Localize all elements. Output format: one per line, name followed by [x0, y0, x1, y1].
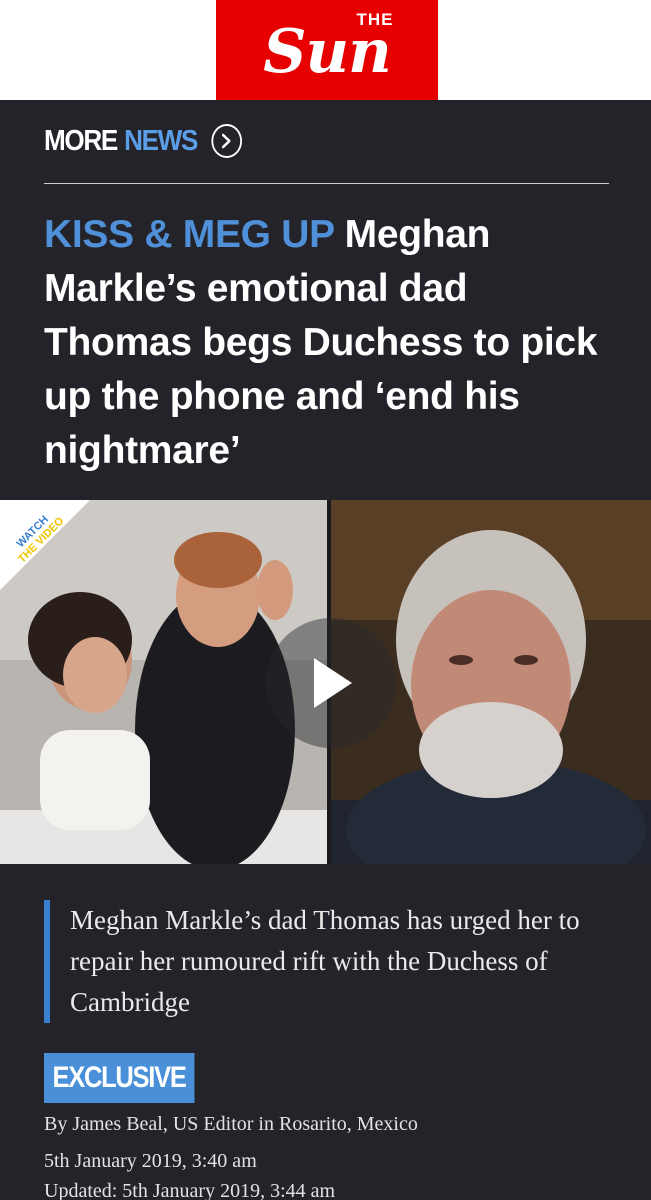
article-headline: KISS & MEG UP Meghan Markle’s emotional … [44, 208, 624, 478]
more-news-label-more: MORE [44, 124, 118, 157]
article-standfirst: Meghan Markle’s dad Thomas has urged her… [44, 900, 604, 1023]
section-divider [44, 183, 609, 184]
headline-kicker: KISS & MEG UP [44, 213, 335, 256]
site-header: THE Sun [0, 0, 651, 100]
more-news-link[interactable]: MORE NEWS [44, 122, 242, 160]
logo-sun-text: Sun [263, 17, 392, 87]
chevron-right-circle-icon[interactable] [211, 124, 242, 158]
article-updated-date: Updated: 5th January 2019, 3:44 am [44, 1180, 336, 1200]
article-byline: By James Beal, US Editor in Rosarito, Me… [44, 1113, 418, 1135]
play-icon[interactable] [266, 618, 396, 748]
more-news-label-news: NEWS [124, 124, 198, 157]
article-published-date: 5th January 2019, 3:40 am [44, 1150, 257, 1172]
the-sun-logo[interactable]: THE Sun [216, 0, 438, 100]
video-thumbnail[interactable]: WATCH THE VIDEO [0, 500, 651, 864]
play-button[interactable] [263, 593, 399, 773]
exclusive-tag: EXCLUSIVE [44, 1053, 195, 1103]
